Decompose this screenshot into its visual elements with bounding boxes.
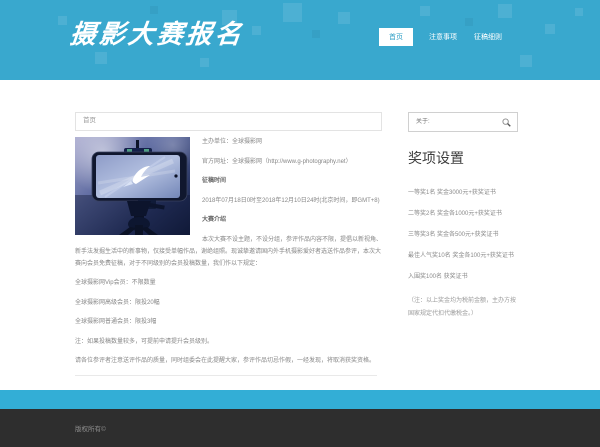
- intro-text: 本次大赛不设主题，不设分组，参评作品内容不限，提倡以新视角、新手法发掘生活中的新…: [75, 236, 383, 267]
- awards-note: （注：以上奖金均为税前金额，主办方按国家规定代扣代缴税金。）: [408, 298, 517, 317]
- nav-item-home[interactable]: 首页: [379, 28, 413, 46]
- quota-normal: 全球摄影网普通会员：限投3幅: [75, 319, 157, 325]
- copyright-text: 版权所有©: [75, 426, 106, 433]
- note-line: 注：如果投稿数量较多，可提前申请提升会员级别。: [75, 338, 214, 345]
- article-divider: [75, 374, 377, 376]
- award-popularity: 最佳人气奖10名 奖金各100元+获奖证书: [408, 253, 514, 259]
- search-icon[interactable]: [501, 117, 512, 128]
- award-first: 一等奖1名 奖金3000元+获奖证书: [408, 190, 496, 196]
- main-nav: 首页 注意事项 征稿细则: [379, 28, 503, 46]
- nav-item-notes[interactable]: 注意事项: [428, 28, 458, 46]
- warning-line: 请各位参评者注意送评作品的质量，同时组委会在此提醒大家，参评作品切忌作假，一经发…: [75, 358, 376, 364]
- site-logo-title: 摄影大赛报名: [68, 20, 246, 50]
- quota-vip: 全球摄影网Vip会员：不限数量: [75, 280, 156, 286]
- site-footer: 版权所有©: [0, 409, 600, 447]
- award-second: 二等奖2名 奖金各1000元+获奖证书: [408, 211, 502, 217]
- article-body: 主办单位：全球摄影网 官方网址：全球摄影网（http://www.g-photo…: [75, 136, 382, 376]
- search-box: [408, 112, 518, 132]
- page-content: 首页 主办单位：全球摄影网 官方网址：全球摄影网（http://www.g-ph…: [0, 80, 600, 390]
- site-header: 摄影大赛报名 首页 注意事项 征稿细则: [0, 0, 600, 80]
- award-third: 三等奖3名 奖金各500元+获奖证书: [408, 232, 499, 238]
- search-input[interactable]: [414, 118, 501, 126]
- sidebar: 奖项设置 一等奖1名 奖金3000元+获奖证书 二等奖2名 奖金各1000元+获…: [408, 112, 518, 376]
- contest-photo: [75, 137, 190, 235]
- nav-item-rules[interactable]: 征稿细则: [473, 28, 503, 46]
- quota-senior: 全球摄影网高级会员：限投20幅: [75, 299, 160, 306]
- breadcrumb[interactable]: 首页: [75, 112, 382, 131]
- footer-accent-strip: [0, 390, 600, 409]
- awards-title: 奖项设置: [408, 150, 464, 166]
- main-column: 首页 主办单位：全球摄影网 官方网址：全球摄影网（http://www.g-ph…: [75, 112, 382, 376]
- award-shortlist: 入围奖100名 获奖证书: [408, 274, 468, 280]
